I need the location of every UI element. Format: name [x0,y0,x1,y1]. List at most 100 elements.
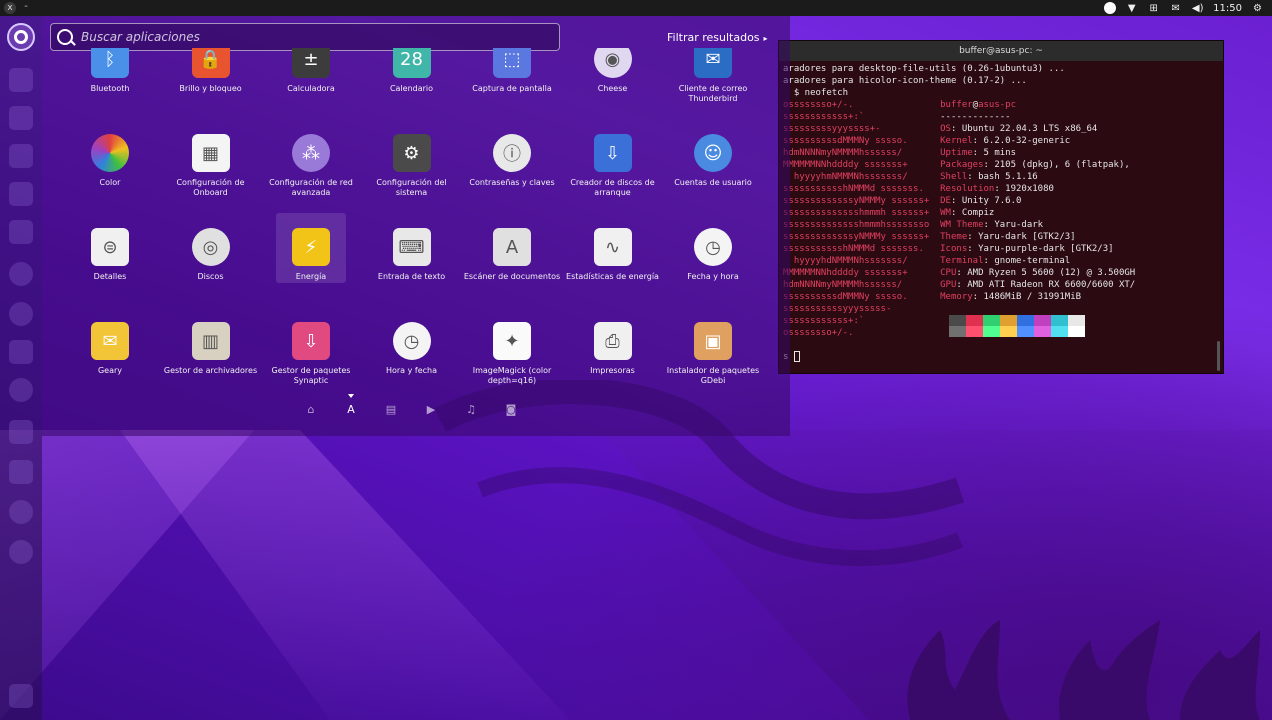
scroll-down-icon[interactable] [348,394,354,398]
launcher-item-software[interactable] [9,220,33,244]
app-label: Captura de pantalla [472,84,552,93]
app-tile[interactable]: ∿ Estadísticas de energía [563,228,663,282]
app-tile[interactable]: 🔒 Brillo y bloqueo [161,48,261,94]
app-tile[interactable]: ᛒ Bluetooth [60,48,160,94]
app-label: Gestor de paquetes Synaptic [271,366,351,385]
app-label: Configuración de red avanzada [269,178,353,197]
text-input-icon: ⌨ [392,228,431,266]
app-tile[interactable]: ✉ Geary [60,322,160,376]
app-tile[interactable]: ⊜ Detalles [60,228,160,282]
session-circle-icon[interactable] [1103,2,1116,15]
app-label: Calculadora [287,84,335,93]
app-tile[interactable]: ⎙ Impresoras [563,322,663,376]
launcher-item-calc[interactable] [9,182,33,206]
app-label: Hora y fecha [385,366,438,375]
app-tile[interactable]: ✦ ImageMagick (color depth=q16) [462,322,562,386]
launcher-item-settings[interactable] [9,420,33,444]
terminal-window[interactable]: buffer@asus-pc: ~ aradores para desktop-… [778,40,1224,374]
clock-icon: ◷ [694,228,732,266]
clock[interactable]: 11:50 [1213,3,1242,14]
app-tile[interactable]: ⬚ Captura de pantalla [462,48,562,94]
launcher-item-disk[interactable] [9,460,33,484]
launcher-item-firefox[interactable] [9,378,33,402]
gdebi-icon: ▣ [694,322,732,360]
app-tile[interactable]: ⇩ Creador de discos de arranque [563,134,663,198]
home-icon[interactable]: ⌂ [303,403,319,416]
app-grid: ᛒ Bluetooth 🔒 Brillo y bloqueo ± Calculadora 2… [60,48,764,396]
photo-icon[interactable]: ◙ [503,403,519,416]
launcher-item-files[interactable] [9,68,33,92]
app-tile[interactable]: ▦ Configuración de Onboard [161,134,261,198]
app-tile[interactable]: ⁂ Configuración de red avanzada [261,134,361,198]
app-tile[interactable]: ◎ Discos [161,228,261,282]
palette-swatch [983,315,1000,326]
app-tile[interactable]: ⚡ Energía [261,228,361,282]
network-icon[interactable]: ⊞ [1147,2,1160,15]
app-tile[interactable]: ⌨ Entrada de texto [362,228,462,282]
apps-icon[interactable]: A [343,403,359,416]
package-icon: ⇩ [292,322,330,360]
app-tile[interactable]: ± Calculadora [261,48,361,94]
launcher-item-obs[interactable] [9,302,33,326]
app-label: Creador de discos de arranque [570,178,655,197]
app-tile[interactable]: 28 Calendario [362,48,462,94]
app-tile[interactable]: ▣ Instalador de paquetes GDebi [663,322,763,386]
app-tile[interactable]: ⓘ Contraseñas y claves [462,134,562,188]
app-tile[interactable]: ◷ Fecha y hora [663,228,763,282]
launcher-item-disc[interactable] [9,500,33,524]
launcher-item-cd[interactable] [9,540,33,564]
app-tile[interactable]: ⚙ Configuración del sistema [362,134,462,198]
camera-icon: ◉ [593,48,632,78]
power-icon[interactable]: ⚙ [1251,2,1264,15]
close-dash-button[interactable]: x [4,2,16,14]
minimize-button[interactable]: - [20,2,32,14]
app-tile[interactable]: ⇩ Gestor de paquetes Synaptic [261,322,361,386]
search-bar[interactable] [50,23,560,51]
launcher-item-ubuntu[interactable] [9,262,33,286]
video-icon[interactable]: ▶ [423,403,439,416]
app-tile[interactable]: ◉ Cheese [563,48,663,94]
app-tile[interactable]: ▥ Gestor de archivadores [161,322,261,376]
launcher-item-docs[interactable] [9,144,33,168]
files-icon[interactable]: ▤ [383,403,399,416]
filter-results-label: Filtrar resultados [667,31,760,44]
launcher-item-terminal[interactable] [9,340,33,364]
calendar-icon: 28 [392,48,431,78]
scope-bar: ⌂ A ▤ ▶ ♫ ◙ [303,403,519,416]
wifi-icon[interactable]: ▼ [1125,2,1138,15]
power-icon: ⚡ [292,228,330,266]
app-label: Discos [197,272,224,281]
palette-swatch [966,315,983,326]
search-input[interactable] [81,30,541,44]
app-tile[interactable]: Color [60,134,160,188]
mail-icon: ✉ [91,322,129,360]
app-label: Color [99,178,121,187]
app-tile[interactable]: ☺ Cuentas de usuario [663,134,763,188]
dash-home-button[interactable] [7,23,35,51]
filter-results-button[interactable]: Filtrar resultados ▸ [667,31,768,44]
app-tile[interactable]: ◷ Hora y fecha [362,322,462,376]
imagemagick-icon: ✦ [493,322,531,360]
app-label: ImageMagick (color depth=q16) [472,366,552,385]
palette-swatch [966,326,983,337]
disk-icon: ◎ [191,228,230,266]
app-label: Instalador de paquetes GDebi [666,366,760,385]
launcher-item-writer[interactable] [9,106,33,130]
filter-arrow-icon: ▸ [763,34,768,43]
music-icon[interactable]: ♫ [463,403,479,416]
app-tile[interactable]: ✉ Cliente de correo Thunderbird [663,48,763,104]
wallpaper-ray [120,430,570,720]
palette-swatch [1068,326,1085,337]
palette-swatch [1051,326,1068,337]
app-tile[interactable]: A Escáner de documentos [462,228,562,282]
launcher-item-trash[interactable] [9,684,33,708]
thunderbird-icon: ✉ [694,48,732,78]
terminal-title[interactable]: buffer@asus-pc: ~ [779,41,1223,61]
top-panel: x - ▼ ⊞ ✉ ◀) 11:50 ⚙ [0,0,1272,16]
gear-icon: ⚙ [392,134,431,172]
scanner-icon: A [493,228,531,266]
bluetooth-icon: ᛒ [91,48,129,78]
terminal-scrollbar[interactable] [1217,341,1220,371]
mail-icon[interactable]: ✉ [1169,2,1182,15]
volume-icon[interactable]: ◀) [1191,2,1204,15]
